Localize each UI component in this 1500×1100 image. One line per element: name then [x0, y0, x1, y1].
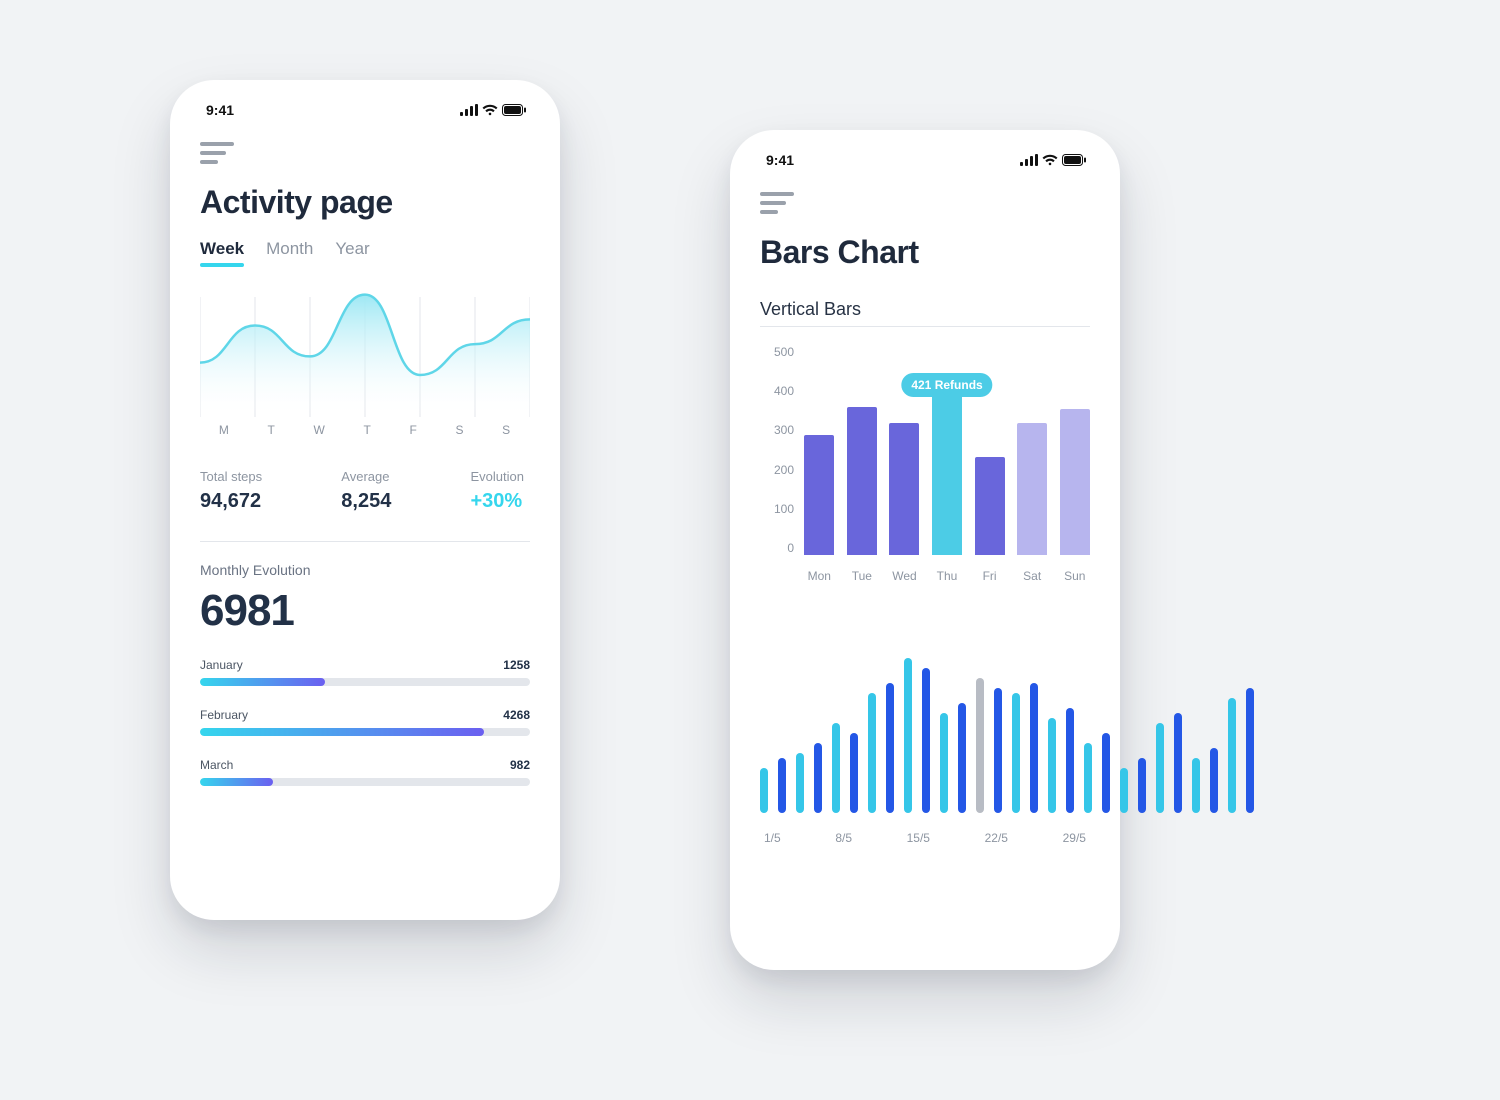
thin-bar — [868, 693, 876, 813]
progress-january: January1258 — [200, 658, 530, 686]
thin-bar — [814, 743, 822, 813]
thin-bar — [1228, 698, 1236, 813]
thin-bar — [1210, 748, 1218, 813]
thin-bar — [958, 703, 966, 813]
thin-bar — [994, 688, 1002, 813]
vbar-col-wed[interactable] — [889, 423, 920, 555]
thin-bar — [886, 683, 894, 813]
stats-row: Total steps 94,672 Average 8,254 Evolution… — [200, 469, 530, 513]
bar-tooltip: 421 Refunds — [901, 373, 992, 397]
thin-bar-x-axis: 1/58/515/522/529/5 — [760, 831, 1090, 845]
vertical-bar-chart: 5004003002001000 421 Refunds MonTueWedTh… — [760, 345, 1090, 583]
weekly-area-chart: MTWTFSS — [200, 287, 530, 447]
status-time: 9:41 — [766, 152, 794, 168]
thin-bar — [1012, 693, 1020, 813]
thin-bar — [850, 733, 858, 813]
vbar-col-sat[interactable] — [1017, 423, 1048, 555]
thin-bar — [1030, 683, 1038, 813]
thin-bar — [1174, 713, 1182, 813]
status-icons — [1020, 154, 1086, 166]
vbar-col-thu[interactable]: 421 Refunds — [932, 379, 963, 555]
thin-bar — [976, 678, 984, 813]
thin-bar — [1084, 743, 1092, 813]
tab-week[interactable]: Week — [200, 239, 244, 265]
thin-bar — [1120, 768, 1128, 813]
thin-bar — [832, 723, 840, 813]
cellular-icon — [460, 104, 478, 116]
progress-march: March982 — [200, 758, 530, 786]
stat-evolution: Evolution +30% — [471, 469, 524, 513]
vbar-x-axis: MonTueWedThuFriSatSun — [760, 569, 1090, 583]
thin-bar — [940, 713, 948, 813]
vbar-columns: 421 Refunds — [760, 345, 1090, 555]
vbar-col-tue[interactable] — [847, 407, 878, 555]
area-x-labels: MTWTFSS — [200, 423, 530, 437]
vbar-col-mon[interactable] — [804, 435, 835, 555]
vbar-col-fri[interactable] — [974, 457, 1005, 555]
tab-month[interactable]: Month — [266, 239, 313, 265]
divider — [760, 326, 1090, 327]
thin-bar — [796, 753, 804, 813]
status-icons — [460, 104, 526, 116]
tab-year[interactable]: Year — [335, 239, 369, 265]
thin-bar — [1102, 733, 1110, 813]
progress-february: February4268 — [200, 708, 530, 736]
page-title: Bars Chart — [760, 234, 1090, 271]
menu-icon[interactable] — [200, 142, 234, 164]
thin-bar — [1192, 758, 1200, 813]
wifi-icon — [1042, 154, 1058, 166]
vbar-y-axis: 5004003002001000 — [760, 345, 800, 555]
status-time: 9:41 — [206, 102, 234, 118]
thin-bar — [778, 758, 786, 813]
thin-bar — [922, 668, 930, 813]
thin-bar — [1138, 758, 1146, 813]
divider — [200, 541, 530, 542]
status-bar: 9:41 — [200, 102, 530, 124]
thin-bar — [1048, 718, 1056, 813]
battery-icon — [1062, 154, 1086, 166]
cellular-icon — [1020, 154, 1038, 166]
thin-bar — [1156, 723, 1164, 813]
stat-average: Average 8,254 — [341, 469, 391, 513]
period-tabs: Week Month Year — [200, 239, 530, 265]
monthly-big-number: 6981 — [200, 586, 530, 636]
page-title: Activity page — [200, 184, 530, 221]
phone-activity: 9:41 Activity page Week Month Year MTWTFSS… — [170, 80, 560, 920]
status-bar: 9:41 — [760, 152, 1090, 174]
thin-bar — [1246, 688, 1254, 813]
thin-bar-chart — [760, 643, 1090, 813]
stat-total-steps: Total steps 94,672 — [200, 469, 262, 513]
monthly-label: Monthly Evolution — [200, 562, 530, 578]
thin-bar — [1066, 708, 1074, 813]
wifi-icon — [482, 104, 498, 116]
thin-bar — [904, 658, 912, 813]
vbar-col-sun[interactable] — [1059, 409, 1090, 555]
menu-icon[interactable] — [760, 192, 794, 214]
battery-icon — [502, 104, 526, 116]
section-vertical-bars: Vertical Bars — [760, 299, 1090, 320]
thin-bar — [760, 768, 768, 813]
phone-bars: 9:41 Bars Chart Vertical Bars 5004003002… — [730, 130, 1120, 970]
